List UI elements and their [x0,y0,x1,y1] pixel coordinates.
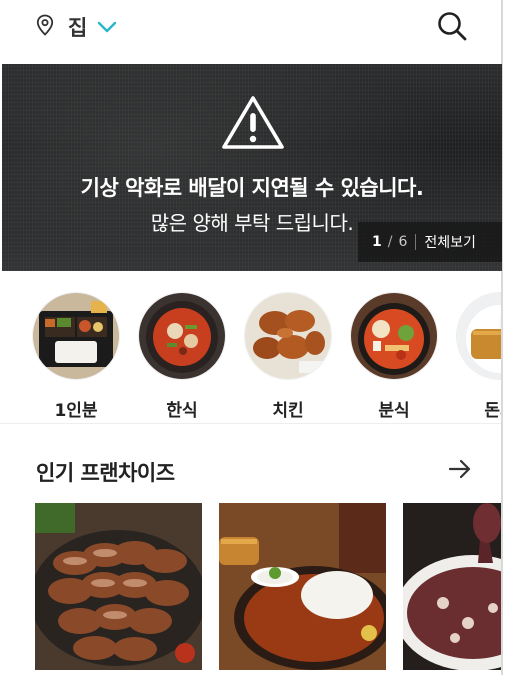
notice-banner[interactable]: 기상 악화로 배달이 지연될 수 있습니다. 많은 양해 부탁 드립니다. 1 … [2,64,502,271]
category-label: 치킨 [272,401,304,421]
chevron-down-icon [97,18,117,37]
franchise-card[interactable] [219,503,386,670]
category-image-single-portion [32,292,120,380]
pager-total: 6 [398,234,408,250]
franchise-image-curry [219,503,386,670]
warning-icon [221,94,285,154]
pager-divider [415,234,417,250]
category-label: 한식 [166,401,198,421]
category-label: 1인분 [54,401,98,421]
view-all-button[interactable]: 전체보기 [424,232,476,252]
category-chicken[interactable]: 치킨 [243,292,333,421]
search-icon [436,12,468,46]
category-pork-cutlet[interactable]: 돈까 [455,292,501,421]
franchise-image-jokbal [35,503,202,670]
location-label: 집 [68,16,88,40]
top-header: 집 [0,0,501,62]
popular-more-button[interactable] [448,458,472,484]
franchise-card[interactable] [35,503,202,670]
banner-headline: 기상 악화로 배달이 지연될 수 있습니다. [80,176,424,200]
location-pin-icon [36,14,54,40]
pager-separator: / [387,234,393,250]
franchise-card-list [0,503,501,675]
search-button[interactable] [436,10,468,46]
popular-franchise-title: 인기 프랜차이즈 [36,461,175,485]
arrow-right-icon [448,459,472,484]
banner-pager: 1 / 6 전체보기 [358,222,502,262]
pager-current: 1 [372,234,382,250]
category-image-pork-cutlet [456,292,501,380]
franchise-card[interactable] [403,503,501,670]
category-label: 분식 [378,401,410,421]
category-korean[interactable]: 한식 [137,292,227,421]
franchise-image-porridge [403,503,501,670]
category-list: 1인분 한식 치킨 분식 돈 [0,292,501,422]
category-image-korean [138,292,226,380]
category-snack[interactable]: 분식 [349,292,439,421]
category-single-portion[interactable]: 1인분 [31,292,121,421]
category-image-snack [350,292,438,380]
location-selector[interactable]: 집 [36,12,117,42]
section-divider [0,423,501,424]
category-image-chicken [244,292,332,380]
category-label: 돈까 [484,401,501,421]
